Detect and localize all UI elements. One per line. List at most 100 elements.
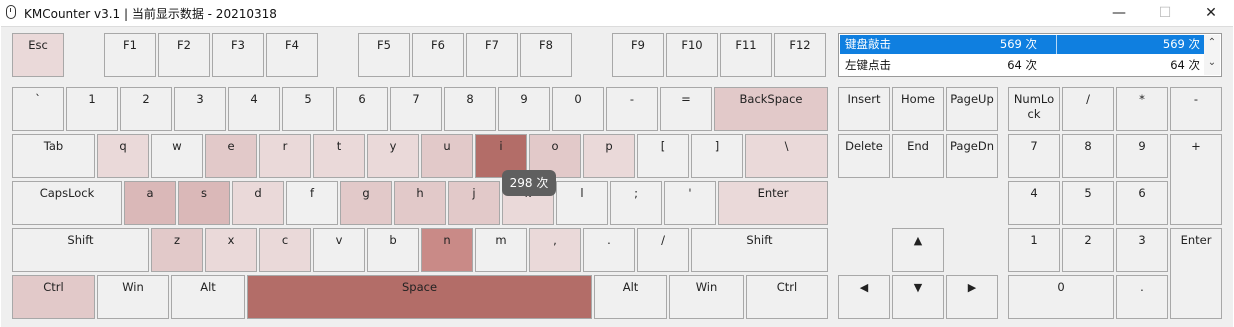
key-lbracket[interactable]: [ [637, 134, 689, 178]
key-n[interactable]: n [421, 228, 473, 272]
key-r[interactable]: r [259, 134, 311, 178]
key-f12[interactable]: F12 [774, 33, 826, 77]
key-8[interactable]: 8 [444, 87, 496, 131]
key-lwin[interactable]: Win [97, 275, 169, 319]
key-lshift[interactable]: Shift [12, 228, 149, 272]
key-numpad-8[interactable]: 8 [1062, 134, 1114, 178]
key-u[interactable]: u [421, 134, 473, 178]
arrow-down-key[interactable]: ▼ [892, 275, 944, 319]
key-f9[interactable]: F9 [612, 33, 664, 77]
key-pageup[interactable]: PageUp [946, 87, 998, 131]
close-button[interactable]: ✕ [1188, 0, 1234, 26]
key-ralt[interactable]: Alt [594, 275, 667, 319]
key-numpad-9[interactable]: 9 [1116, 134, 1168, 178]
key-1[interactable]: 1 [66, 87, 118, 131]
key-space[interactable]: Space [247, 275, 592, 319]
key-capslock[interactable]: CapsLock [12, 181, 122, 225]
key-tab[interactable]: Tab [12, 134, 95, 178]
key-slash[interactable]: / [637, 228, 689, 272]
key-p[interactable]: p [583, 134, 635, 178]
key-rshift[interactable]: Shift [691, 228, 828, 272]
key-d[interactable]: d [232, 181, 284, 225]
key-insert[interactable]: Insert [838, 87, 890, 131]
key-5[interactable]: 5 [282, 87, 334, 131]
key-7[interactable]: 7 [390, 87, 442, 131]
stats-row-keyboard[interactable]: 键盘敲击 569 次 569 次 [840, 35, 1204, 54]
arrow-right-key[interactable]: ▶ [946, 275, 998, 319]
key-f[interactable]: f [286, 181, 338, 225]
key-rwin[interactable]: Win [669, 275, 744, 319]
key-numpad-subtract[interactable]: - [1170, 87, 1222, 131]
key-s[interactable]: s [178, 181, 230, 225]
key-backtick[interactable]: ` [12, 87, 64, 131]
key-c[interactable]: c [259, 228, 311, 272]
key-9[interactable]: 9 [498, 87, 550, 131]
key-e[interactable]: e [205, 134, 257, 178]
maximize-button[interactable]: ☐ [1142, 0, 1188, 26]
key-numpad-multiply[interactable]: * [1116, 87, 1168, 131]
minimize-button[interactable]: — [1096, 0, 1142, 26]
key-v[interactable]: v [313, 228, 365, 272]
key-f10[interactable]: F10 [666, 33, 718, 77]
key-numpad-5[interactable]: 5 [1062, 181, 1114, 225]
key-lctrl[interactable]: Ctrl [12, 275, 95, 319]
key-numpad-7[interactable]: 7 [1008, 134, 1060, 178]
key-t[interactable]: t [313, 134, 365, 178]
key-numpad-2[interactable]: 2 [1062, 228, 1114, 272]
arrow-up-key[interactable]: ▲ [892, 228, 944, 272]
stats-scrollbar[interactable]: ⌃ ⌄ [1204, 35, 1220, 75]
key-f1[interactable]: F1 [104, 33, 156, 77]
key-w[interactable]: w [151, 134, 203, 178]
key-backslash[interactable]: \ [745, 134, 828, 178]
key-semicolon[interactable]: ; [610, 181, 662, 225]
key-l[interactable]: l [556, 181, 608, 225]
key-q[interactable]: q [97, 134, 149, 178]
key-numpad-1[interactable]: 1 [1008, 228, 1060, 272]
key-quote[interactable]: ' [664, 181, 716, 225]
arrow-left-key[interactable]: ◀ [838, 275, 890, 319]
stats-row-left-click[interactable]: 左键点击 64 次 64 次 [840, 56, 1204, 75]
key-a[interactable]: a [124, 181, 176, 225]
key-enter[interactable]: Enter [718, 181, 828, 225]
key-f2[interactable]: F2 [158, 33, 210, 77]
key-f3[interactable]: F3 [212, 33, 264, 77]
key-backspace[interactable]: BackSpace [714, 87, 828, 131]
key-esc[interactable]: Esc [12, 33, 64, 77]
key-equal[interactable]: = [660, 87, 712, 131]
key-m[interactable]: m [475, 228, 527, 272]
key-numpad-4[interactable]: 4 [1008, 181, 1060, 225]
key-home[interactable]: Home [892, 87, 944, 131]
key-f4[interactable]: F4 [266, 33, 318, 77]
key-6[interactable]: 6 [336, 87, 388, 131]
key-y[interactable]: y [367, 134, 419, 178]
stats-list[interactable]: 键盘敲击 569 次 569 次 左键点击 64 次 64 次 ⌃ ⌄ [838, 33, 1222, 77]
key-x[interactable]: x [205, 228, 257, 272]
key-0[interactable]: 0 [552, 87, 604, 131]
scroll-down-icon[interactable]: ⌄ [1204, 57, 1220, 68]
key-numpad-3[interactable]: 3 [1116, 228, 1168, 272]
key-numpad-decimal[interactable]: . [1116, 275, 1168, 319]
key-2[interactable]: 2 [120, 87, 172, 131]
key-period[interactable]: . [583, 228, 635, 272]
key-delete[interactable]: Delete [838, 134, 890, 178]
key-comma[interactable]: , [529, 228, 581, 272]
key-j[interactable]: j [448, 181, 500, 225]
key-g[interactable]: g [340, 181, 392, 225]
key-rbracket[interactable]: ] [691, 134, 743, 178]
key-f6[interactable]: F6 [412, 33, 464, 77]
key-z[interactable]: z [151, 228, 203, 272]
key-numpad-divide[interactable]: / [1062, 87, 1114, 131]
key-f8[interactable]: F8 [520, 33, 572, 77]
key-numlock[interactable]: NumLo ck [1008, 87, 1060, 131]
key-4[interactable]: 4 [228, 87, 280, 131]
key-pagedn[interactable]: PageDn [946, 134, 998, 178]
key-numpad-0[interactable]: 0 [1008, 275, 1114, 319]
key-lalt[interactable]: Alt [171, 275, 245, 319]
key-f5[interactable]: F5 [358, 33, 410, 77]
key-f11[interactable]: F11 [720, 33, 772, 77]
key-3[interactable]: 3 [174, 87, 226, 131]
scroll-up-icon[interactable]: ⌃ [1204, 37, 1220, 48]
key-end[interactable]: End [892, 134, 944, 178]
key-f7[interactable]: F7 [466, 33, 518, 77]
key-minus[interactable]: - [606, 87, 658, 131]
